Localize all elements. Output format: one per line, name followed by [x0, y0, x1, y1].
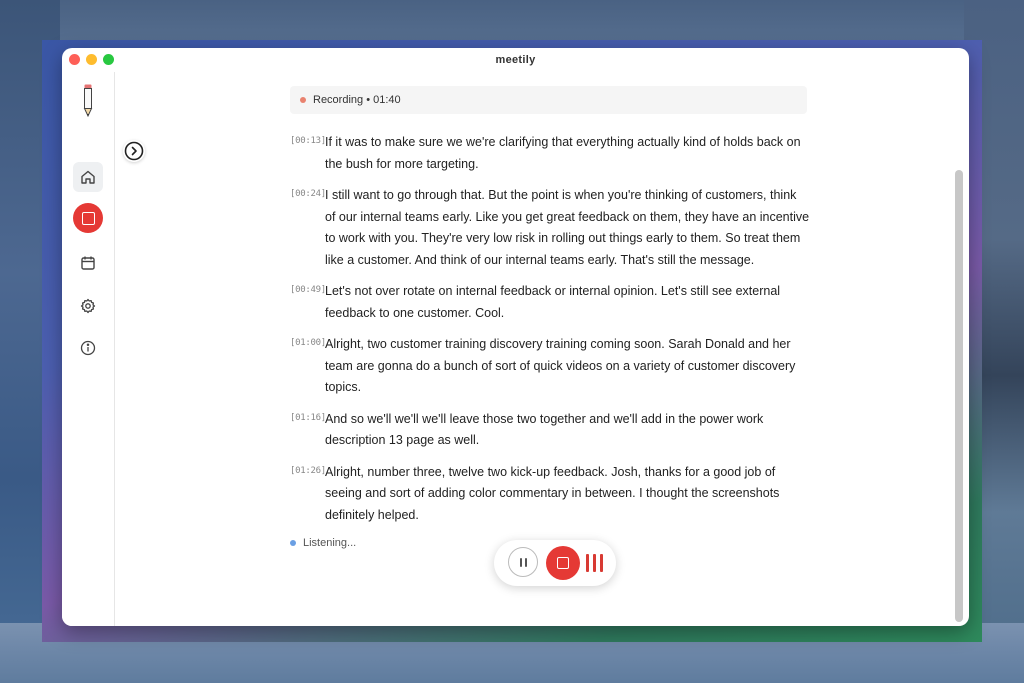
minimize-window-button[interactable] [86, 54, 97, 65]
window-controls [69, 54, 114, 65]
segment-text: I still want to go through that. But the… [325, 188, 810, 267]
segment-text: Let's not over rotate on internal feedba… [325, 284, 781, 320]
close-window-button[interactable] [69, 54, 80, 65]
sidebar [62, 72, 115, 626]
recording-status-text: Recording • 01:40 [313, 94, 401, 106]
transcript-scrollbar[interactable] [955, 170, 963, 622]
segment-text: If it was to make sure we we're clarifyi… [325, 135, 801, 171]
recording-indicator-dot [300, 97, 306, 103]
transcript-segment: [00:49] Let's not over rotate on interna… [290, 281, 810, 324]
audio-level-icon [586, 554, 603, 572]
stop-square-icon [81, 211, 95, 225]
info-icon [80, 340, 96, 356]
listening-indicator: Listening... [290, 537, 356, 549]
title-bar: meetily [62, 48, 969, 72]
pause-button[interactable] [508, 547, 538, 577]
segment-text: Alright, number three, twelve two kick-u… [325, 464, 780, 522]
segment-timestamp: [01:26] [290, 465, 326, 476]
sidebar-item-home[interactable] [73, 162, 103, 192]
sidebar-item-record[interactable] [73, 203, 103, 233]
window-title: meetily [495, 54, 536, 66]
segment-timestamp: [01:00] [290, 338, 326, 348]
sidebar-item-settings[interactable] [73, 291, 103, 321]
app-window: meetily Recording • 01:40 [00:13] If it … [62, 48, 969, 626]
sidebar-item-info[interactable] [73, 333, 103, 363]
segment-timestamp: [00:24] [290, 189, 326, 199]
transcript-segment: [01:00] Alright, two customer training d… [290, 334, 810, 399]
gear-icon [80, 298, 96, 314]
pencil-logo-icon [83, 84, 93, 118]
sidebar-item-calendar[interactable] [73, 248, 103, 278]
stop-recording-button[interactable] [546, 546, 580, 580]
recording-controls [494, 540, 616, 586]
segment-timestamp: [01:16] [290, 412, 326, 423]
stop-square-icon [557, 557, 569, 569]
transcript-segment: [00:24] I still want to go through that.… [290, 185, 810, 271]
home-icon [81, 170, 95, 184]
transcript: [00:13] If it was to make sure we we're … [290, 132, 810, 536]
segment-timestamp: [00:13] [290, 136, 326, 146]
transcript-segment: [01:26] Alright, number three, twelve tw… [290, 462, 810, 527]
expand-sidebar-button[interactable] [123, 140, 145, 162]
transcript-segment: [01:16] And so we'll we'll we'll leave t… [290, 409, 810, 452]
transcript-segment: [00:13] If it was to make sure we we're … [290, 132, 810, 175]
maximize-window-button[interactable] [103, 54, 114, 65]
segment-text: Alright, two customer training discovery… [325, 337, 796, 394]
segment-text: And so we'll we'll we'll leave those two… [325, 411, 764, 448]
calendar-icon [81, 256, 95, 270]
listening-text: Listening... [303, 537, 357, 549]
listening-dot [290, 540, 296, 546]
pause-icon-bar [519, 557, 522, 567]
segment-timestamp: [00:49] [290, 285, 326, 295]
chevron-right-circle-icon [124, 141, 144, 161]
pause-icon-bar [524, 557, 527, 567]
recording-status-bar: Recording • 01:40 [290, 86, 807, 114]
